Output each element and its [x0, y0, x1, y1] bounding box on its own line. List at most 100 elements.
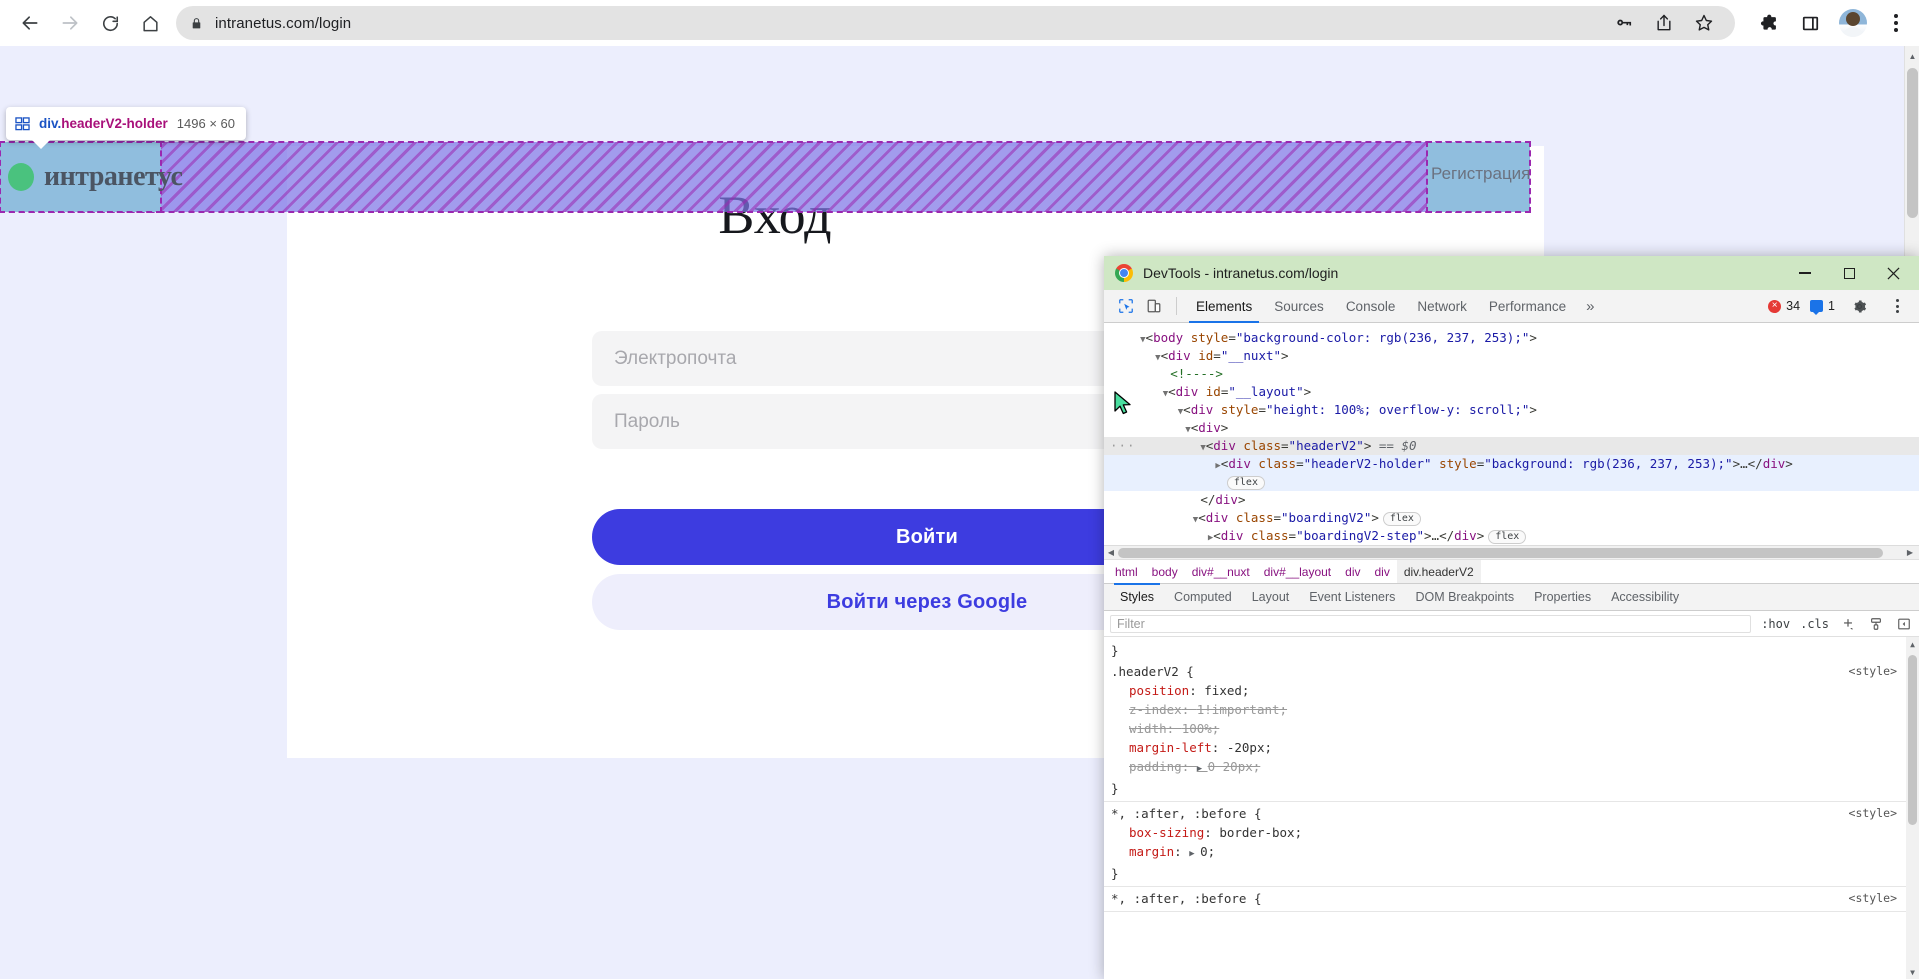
- key-icon[interactable]: [1611, 10, 1637, 36]
- style-property[interactable]: margin: [1129, 844, 1174, 859]
- style-declaration[interactable]: width: 100%;: [1104, 719, 1919, 738]
- tab-console[interactable]: Console: [1335, 290, 1407, 323]
- dom-node-line[interactable]: ▼<div style="height: 100%; overflow-y: s…: [1104, 401, 1919, 419]
- style-declaration[interactable]: padding: ▶ 0 20px;: [1104, 757, 1919, 779]
- style-rule-source[interactable]: <style>: [1849, 804, 1897, 823]
- side-panel-icon[interactable]: [1797, 10, 1823, 36]
- tab-performance[interactable]: Performance: [1478, 290, 1577, 323]
- styles-scroll-up-arrow-icon[interactable]: ▲: [1906, 637, 1919, 651]
- dom-node-line[interactable]: ▼<div id="__layout">: [1104, 383, 1919, 401]
- style-declaration[interactable]: box-sizing: border-box;: [1104, 823, 1919, 842]
- tab-elements[interactable]: Elements: [1185, 290, 1263, 323]
- share-icon[interactable]: [1651, 10, 1677, 36]
- scroll-up-arrow-icon[interactable]: ▲: [1905, 48, 1919, 64]
- dom-node-line[interactable]: </div>: [1104, 491, 1919, 509]
- style-rule[interactable]: <style> *, :after, :before {: [1104, 887, 1919, 912]
- breadcrumb-item[interactable]: div#__layout: [1257, 560, 1338, 584]
- flex-badge[interactable]: flex: [1226, 476, 1265, 490]
- register-link[interactable]: Регистрация: [1431, 164, 1530, 184]
- styles-scrollbar-thumb[interactable]: [1908, 655, 1917, 825]
- devtools-menu-kebab-icon[interactable]: [1883, 292, 1911, 320]
- breadcrumb-item[interactable]: div.headerV2: [1396, 559, 1481, 584]
- toggle-sidebar-icon[interactable]: [1895, 615, 1913, 633]
- breadcrumb-item[interactable]: div#__nuxt: [1185, 560, 1257, 584]
- chrome-menu-kebab-icon[interactable]: [1883, 10, 1909, 36]
- styles-filter-input[interactable]: Filter: [1110, 614, 1752, 633]
- error-count-badge[interactable]: × 34: [1768, 299, 1800, 313]
- sidebar-tab-layout[interactable]: Layout: [1242, 583, 1300, 611]
- dom-horizontal-scrollbar[interactable]: ◀ ▶: [1104, 545, 1919, 559]
- style-property[interactable]: width: [1129, 721, 1167, 736]
- dom-node-line[interactable]: ▼<div>: [1104, 419, 1919, 437]
- sidebar-tab-event-listeners[interactable]: Event Listeners: [1299, 583, 1405, 611]
- styles-scroll-down-arrow-icon[interactable]: ▼: [1906, 965, 1919, 979]
- style-property[interactable]: box-sizing: [1129, 825, 1204, 840]
- dom-hscroll-thumb[interactable]: [1118, 548, 1883, 558]
- style-value[interactable]: 100%;: [1182, 721, 1220, 736]
- message-count-badge[interactable]: 1: [1810, 299, 1835, 315]
- style-rule-selector[interactable]: *, :after, :before {: [1104, 804, 1919, 823]
- sidebar-tab-styles[interactable]: Styles: [1110, 583, 1164, 611]
- style-property[interactable]: padding: [1129, 759, 1182, 774]
- close-button[interactable]: [1871, 256, 1915, 290]
- hov-toggle[interactable]: :hov: [1761, 617, 1790, 631]
- style-value[interactable]: border-box;: [1219, 825, 1302, 840]
- sidebar-tabs[interactable]: Styles Computed Layout Event Listeners DOM B…: [1104, 583, 1919, 611]
- style-rule-selector[interactable]: .headerV2 {: [1104, 662, 1919, 681]
- expand-arrow-icon[interactable]: ▶: [1197, 764, 1208, 774]
- style-value[interactable]: 0 20px;: [1208, 759, 1261, 774]
- maximize-button[interactable]: [1827, 256, 1871, 290]
- address-bar[interactable]: intranetus.com/login: [176, 6, 1735, 40]
- extensions-puzzle-icon[interactable]: [1755, 10, 1781, 36]
- dom-scroll-right-arrow-icon[interactable]: ▶: [1903, 548, 1917, 557]
- site-logo[interactable]: интранетус: [8, 158, 183, 196]
- add-rule-plus-icon[interactable]: [1839, 615, 1857, 633]
- cls-toggle[interactable]: .cls: [1800, 617, 1829, 631]
- dom-node-menu-icon[interactable]: ···: [1110, 437, 1136, 455]
- breadcrumb[interactable]: html body div#__nuxt div#__layout div div div.…: [1104, 559, 1919, 584]
- minimize-button[interactable]: [1783, 256, 1827, 290]
- style-property[interactable]: margin-left: [1129, 740, 1212, 755]
- dom-node-line[interactable]: flex: [1104, 473, 1919, 491]
- dom-node-line[interactable]: ▼<div class="boardingV2"> flex: [1104, 509, 1919, 527]
- dom-scroll-left-arrow-icon[interactable]: ◀: [1104, 548, 1118, 557]
- bookmark-star-icon[interactable]: [1691, 10, 1717, 36]
- sidebar-tab-computed[interactable]: Computed: [1164, 583, 1242, 611]
- style-rule[interactable]: <style> .headerV2 {position: fixed; z-inde…: [1104, 660, 1919, 802]
- forward-arrow-icon[interactable]: [50, 3, 90, 43]
- style-value[interactable]: fixed;: [1204, 683, 1249, 698]
- sidebar-tab-properties[interactable]: Properties: [1524, 583, 1601, 611]
- sidebar-tab-accessibility[interactable]: Accessibility: [1601, 583, 1689, 611]
- dom-node-line[interactable]: <!---->: [1104, 365, 1919, 383]
- breadcrumb-item[interactable]: html: [1108, 560, 1145, 584]
- style-value[interactable]: -20px;: [1227, 740, 1272, 755]
- expand-arrow-icon[interactable]: ▶: [1189, 849, 1200, 859]
- dom-node-line[interactable]: ▼<body style="background-color: rgb(236,…: [1104, 329, 1919, 347]
- style-rule-selector[interactable]: *, :after, :before {: [1104, 889, 1919, 908]
- profile-avatar[interactable]: [1839, 9, 1867, 37]
- styles-scrollbar[interactable]: ▲ ▼: [1906, 637, 1919, 979]
- dom-node-line[interactable]: ▼<div id="__nuxt">: [1104, 347, 1919, 365]
- flex-badge[interactable]: flex: [1382, 512, 1421, 526]
- breadcrumb-item[interactable]: body: [1145, 560, 1185, 584]
- device-toolbar-icon[interactable]: [1140, 292, 1168, 320]
- home-icon[interactable]: [130, 3, 170, 43]
- breadcrumb-item[interactable]: div: [1367, 560, 1396, 584]
- style-rule[interactable]: <style> *, :after, :before {box-sizing: b…: [1104, 802, 1919, 887]
- style-declaration[interactable]: z-index: 1!important;: [1104, 700, 1919, 719]
- style-declaration[interactable]: margin-left: -20px;: [1104, 738, 1919, 757]
- style-declaration[interactable]: position: fixed;: [1104, 681, 1919, 700]
- tab-sources[interactable]: Sources: [1263, 290, 1335, 323]
- style-property[interactable]: position: [1129, 683, 1189, 698]
- style-property[interactable]: z-index: [1129, 702, 1182, 717]
- more-tabs-chevron-icon[interactable]: »: [1577, 298, 1603, 315]
- gear-icon[interactable]: [1845, 292, 1873, 320]
- breadcrumb-item[interactable]: div: [1338, 560, 1367, 584]
- dom-node-line[interactable]: ▶<div class="boardingV2-step">…</div> fle…: [1104, 527, 1919, 545]
- dom-tree[interactable]: ▼<body style="background-color: rgb(236,…: [1104, 323, 1919, 545]
- tab-network[interactable]: Network: [1406, 290, 1478, 323]
- flex-badge[interactable]: flex: [1488, 530, 1527, 544]
- reload-icon[interactable]: [90, 3, 130, 43]
- style-rule-source[interactable]: <style>: [1849, 662, 1897, 681]
- dom-node-line[interactable]: ··· ▼<div class="headerV2"> == $0: [1104, 437, 1919, 455]
